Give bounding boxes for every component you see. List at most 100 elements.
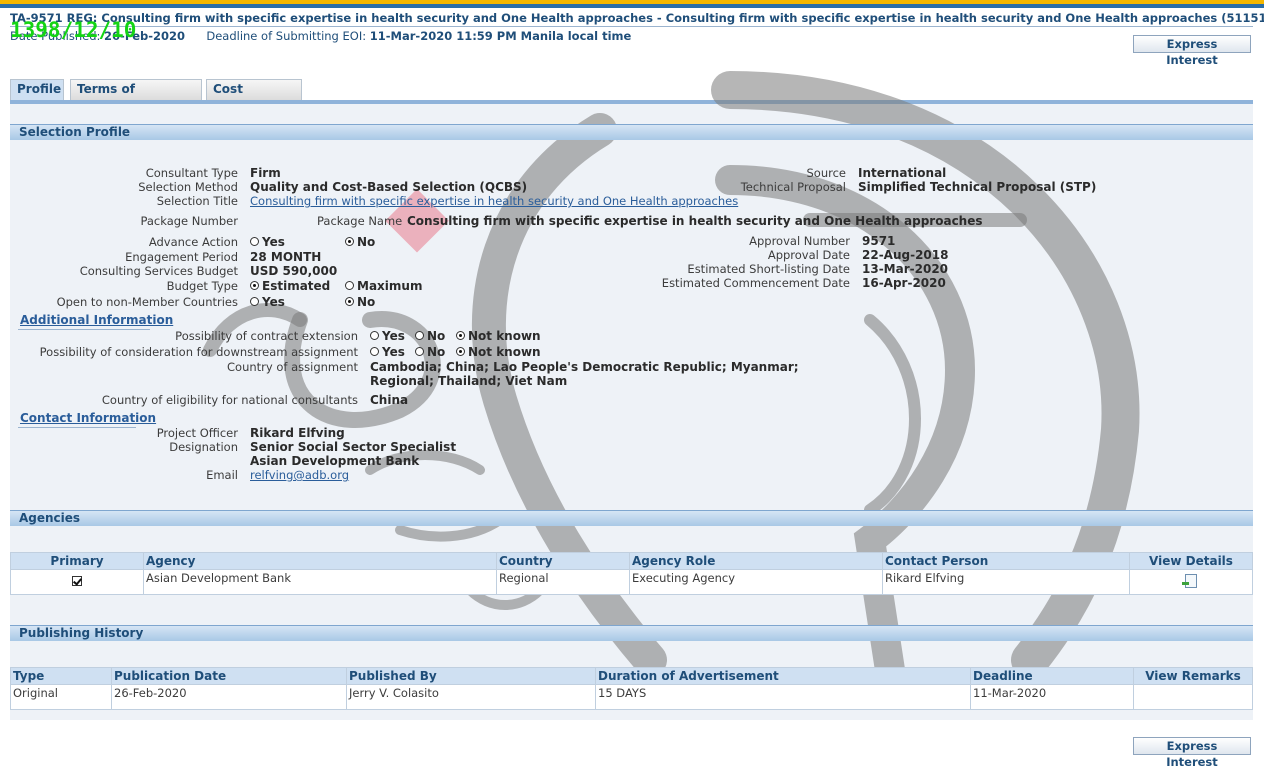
radio-icon[interactable] xyxy=(415,347,424,356)
extension-not-known[interactable]: Not known xyxy=(456,329,541,343)
source-label: Source xyxy=(806,166,847,180)
title-divider xyxy=(10,26,1253,27)
radio-selected-icon[interactable] xyxy=(345,237,354,246)
page-title: TA-9571 REG: Consulting firm with specif… xyxy=(10,11,1264,25)
deadline-value: 11-Mar-2020 11:59 PM Manila local time xyxy=(369,29,632,43)
engagement-period-label: Engagement Period xyxy=(125,250,238,264)
col-deadline: Deadline xyxy=(970,667,1134,685)
selection-title-link[interactable]: Consulting firm with specific expertise … xyxy=(250,194,738,208)
table-row: Asian Development Bank Regional Executin… xyxy=(10,569,1253,595)
option-label: Yes xyxy=(382,345,405,359)
advance-action-no[interactable]: No xyxy=(345,235,375,249)
agencies-table: Primary Agency Country Agency Role Conta… xyxy=(10,552,1253,595)
option-label: No xyxy=(427,329,446,343)
col-publication-date: Publication Date xyxy=(111,667,347,685)
radio-selected-icon[interactable] xyxy=(345,297,354,306)
col-country: Country xyxy=(496,552,630,570)
tab-terms-of-reference[interactable]: Terms of Reference xyxy=(70,79,202,115)
tab-profile[interactable]: Profile xyxy=(10,79,64,100)
designation-label: Designation xyxy=(169,440,238,454)
additional-information-divider xyxy=(18,329,150,330)
budget-value: USD 590,000 xyxy=(250,264,338,278)
radio-icon[interactable] xyxy=(370,347,379,356)
designation-value-2: Asian Development Bank xyxy=(250,454,420,468)
approval-date-value: 22-Aug-2018 xyxy=(862,248,949,262)
radio-selected-icon[interactable] xyxy=(456,331,465,340)
email-link[interactable]: relfving@adb.org xyxy=(250,468,349,482)
additional-information-heading: Additional Information xyxy=(20,313,174,327)
radio-icon[interactable] xyxy=(415,331,424,340)
col-duration: Duration of Advertisement xyxy=(595,667,971,685)
duration-cell: 15 DAYS xyxy=(595,684,971,710)
publishing-history-table: Type Publication Date Published By Durat… xyxy=(10,667,1253,710)
publication-date-cell: 26-Feb-2020 xyxy=(111,684,347,710)
col-type: Type xyxy=(10,667,112,685)
country-assignment-label: Country of assignment xyxy=(227,360,358,374)
eligibility-label: Country of eligibility for national cons… xyxy=(101,393,358,407)
selection-title-label: Selection Title xyxy=(156,194,238,208)
view-remarks-cell[interactable] xyxy=(1133,684,1253,710)
selection-method-value: Quality and Cost-Based Selection (QCBS) xyxy=(250,180,528,194)
package-name-value: Consulting firm with specific expertise … xyxy=(407,214,983,228)
col-published-by: Published By xyxy=(346,667,596,685)
advance-action-yes[interactable]: Yes xyxy=(250,235,285,249)
project-officer-value: Rikard Elfving xyxy=(250,426,345,440)
extension-no[interactable]: No xyxy=(415,329,445,343)
option-label: Yes xyxy=(262,295,285,309)
consultant-type-value: Firm xyxy=(250,166,281,180)
published-by-cell: Jerry V. Colasito xyxy=(346,684,596,710)
radio-selected-icon[interactable] xyxy=(456,347,465,356)
view-details-cell xyxy=(1129,569,1253,595)
option-label: Estimated xyxy=(262,279,331,293)
consultant-type-label: Consultant Type xyxy=(145,166,238,180)
agency-cell: Asian Development Bank xyxy=(143,569,497,595)
primary-cell xyxy=(10,569,144,595)
radio-icon[interactable] xyxy=(250,297,259,306)
source-value: International xyxy=(858,166,947,180)
radio-selected-icon[interactable] xyxy=(250,281,259,290)
advance-action-label: Advance Action xyxy=(148,235,238,249)
downstream-yes[interactable]: Yes xyxy=(370,345,405,359)
option-label: Not known xyxy=(468,329,541,343)
technical-proposal-value: Simplified Technical Proposal (STP) xyxy=(858,180,1097,194)
col-view-details: View Details xyxy=(1129,552,1253,570)
table-row: Original 26-Feb-2020 Jerry V. Colasito 1… xyxy=(10,684,1253,710)
shortlisting-date-label: Estimated Short-listing Date xyxy=(687,262,850,276)
express-interest-button-bottom[interactable]: Express Interest xyxy=(1133,737,1251,769)
approval-number-label: Approval Number xyxy=(749,234,850,248)
package-number-label: Package Number xyxy=(140,214,238,228)
downstream-not-known[interactable]: Not known xyxy=(456,345,541,359)
radio-icon[interactable] xyxy=(370,331,379,340)
shortlisting-date-value: 13-Mar-2020 xyxy=(862,262,949,276)
tab-cost-estimate[interactable]: Cost Estimate xyxy=(206,79,302,115)
selection-profile-header: Selection Profile xyxy=(10,124,1253,140)
option-label: Yes xyxy=(382,329,405,343)
project-officer-label: Project Officer xyxy=(156,426,238,440)
budget-type-label: Budget Type xyxy=(166,279,238,293)
budget-label: Consulting Services Budget xyxy=(79,264,238,278)
engagement-period-value: 28 MONTH xyxy=(250,250,322,264)
option-label: No xyxy=(427,345,446,359)
radio-icon[interactable] xyxy=(250,237,259,246)
col-agency: Agency xyxy=(143,552,497,570)
deadline-label: Deadline of Submitting EOI: xyxy=(206,29,367,43)
commencement-date-label: Estimated Commencement Date xyxy=(661,276,850,290)
approval-number-value: 9571 xyxy=(862,234,896,248)
deadline-cell: 11-Mar-2020 xyxy=(970,684,1134,710)
budget-type-estimated[interactable]: Estimated xyxy=(250,279,330,293)
open-nonmember-yes[interactable]: Yes xyxy=(250,295,285,309)
contact-information-heading: Contact Information xyxy=(20,411,157,425)
option-label: Not known xyxy=(468,345,541,359)
checkbox-checked-icon[interactable] xyxy=(72,576,82,586)
technical-proposal-label: Technical Proposal xyxy=(740,180,846,194)
view-details-icon[interactable] xyxy=(1182,573,1197,588)
downstream-no[interactable]: No xyxy=(415,345,445,359)
package-name-label: Package Name xyxy=(317,214,403,228)
open-nonmember-no[interactable]: No xyxy=(345,295,375,309)
express-interest-button-top[interactable]: Express Interest xyxy=(1133,35,1251,67)
budget-type-maximum[interactable]: Maximum xyxy=(345,279,422,293)
agencies-header: Agencies xyxy=(10,510,1253,526)
extension-yes[interactable]: Yes xyxy=(370,329,405,343)
contact-information-divider xyxy=(18,427,136,428)
radio-icon[interactable] xyxy=(345,281,354,290)
